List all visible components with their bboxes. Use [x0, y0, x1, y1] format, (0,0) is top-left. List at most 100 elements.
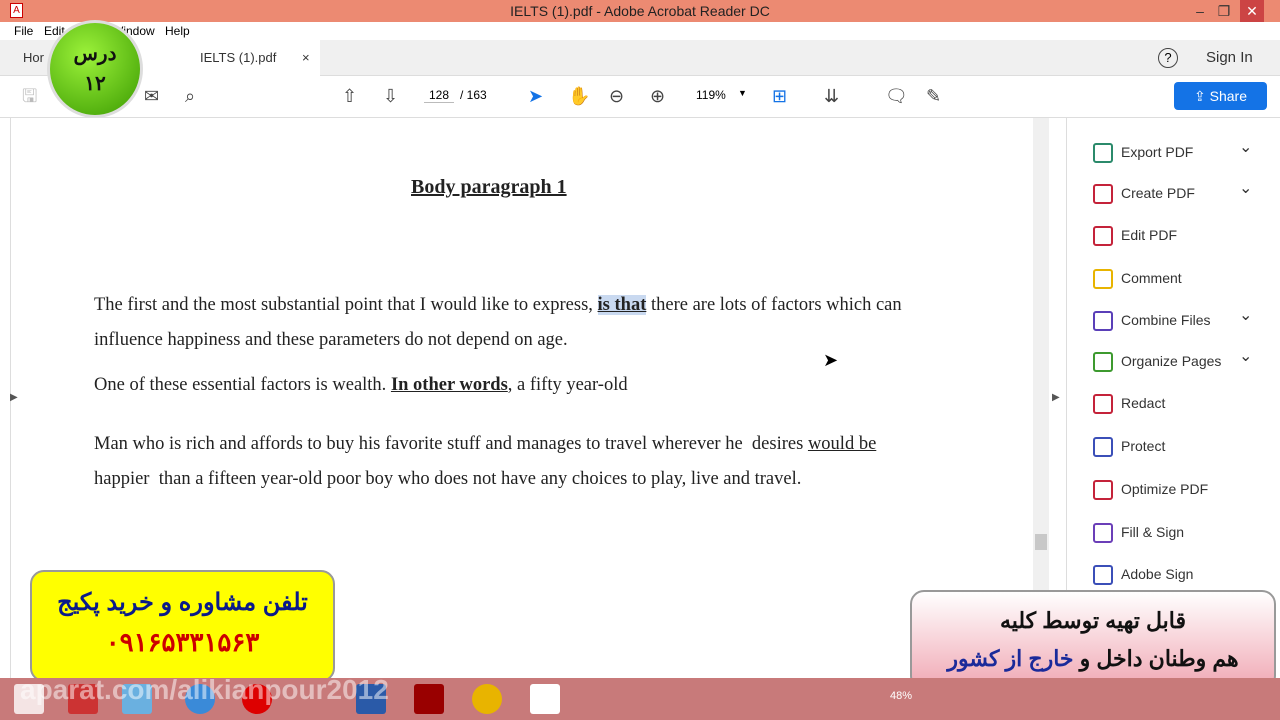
- zoom-in-icon[interactable]: ⊕: [650, 86, 665, 106]
- tool-label: Redact: [1121, 395, 1166, 411]
- save-icon[interactable]: 🖫: [22, 86, 37, 106]
- chrome-icon[interactable]: [472, 684, 502, 714]
- tool-organize-pages[interactable]: Organize Pages ⌄: [1093, 348, 1252, 373]
- tool-label: Create PDF: [1121, 185, 1195, 201]
- search-icon[interactable]: ⌕: [185, 86, 195, 106]
- paragraph-1: The first and the most substantial point…: [94, 288, 924, 358]
- page-number-input[interactable]: 128: [424, 88, 454, 103]
- zoom-out-icon[interactable]: ⊖: [609, 86, 624, 106]
- tool-label: Export PDF: [1121, 144, 1194, 160]
- tool-label: Optimize PDF: [1121, 481, 1209, 497]
- toolbar: 🖫 ✉ ⌕ ⇧ ⇩ 128 / 163 ➤ ✋ ⊖ ⊕ 119% ▼ ⊞ ⇊ 🗨…: [0, 76, 1280, 118]
- tool-label: Combine Files: [1121, 312, 1211, 328]
- tool-label: Fill & Sign: [1121, 524, 1185, 540]
- fit-page-icon[interactable]: ⊞: [772, 86, 787, 106]
- tool-redact[interactable]: Redact: [1093, 391, 1165, 415]
- tool-label: Organize Pages: [1121, 353, 1222, 369]
- tool-icon: [1093, 523, 1113, 544]
- banner-text: قابل تهیه توسط کلیه: [999, 608, 1187, 633]
- tool-label: Edit PDF: [1121, 227, 1178, 243]
- zoom-select[interactable]: 119%: [696, 88, 726, 102]
- menu-file[interactable]: File: [14, 24, 33, 38]
- next-page-icon[interactable]: ⇩: [383, 86, 398, 106]
- chevron-down-icon[interactable]: ⌄: [1239, 345, 1252, 369]
- chevron-down-icon[interactable]: ⌄: [1239, 136, 1252, 160]
- tab-document[interactable]: IELTS (1).pdf ×: [124, 40, 320, 76]
- text: One of these essential factors is wealth…: [94, 375, 391, 395]
- tool-adobe-sign[interactable]: Adobe Sign: [1093, 562, 1193, 586]
- acrobat-taskbar-icon[interactable]: [414, 684, 444, 714]
- share-button[interactable]: ⇪ Share: [1174, 82, 1267, 110]
- mouse-cursor-icon: ➤: [823, 350, 839, 370]
- chevron-down-icon[interactable]: ⌄: [1239, 304, 1252, 328]
- contact-banner: تلفن مشاوره و خرید پکیج ۰۹۱۶۵۳۳۱۵۶۳: [30, 570, 335, 682]
- tool-edit-pdf[interactable]: Edit PDF: [1093, 223, 1177, 247]
- share-icon: ⇪: [1194, 88, 1210, 104]
- banner-text: تلفن مشاوره و خرید پکیج: [57, 589, 308, 616]
- close-window-button[interactable]: ✕: [1240, 0, 1264, 22]
- previous-page-icon[interactable]: ⇧: [342, 86, 357, 106]
- menu-bar: File Edit Window Help: [0, 22, 1280, 40]
- text: Man who is rich and affords to buy his f…: [94, 434, 808, 454]
- tool-label: Adobe Sign: [1121, 566, 1194, 582]
- scroll-thumb[interactable]: [1035, 534, 1047, 550]
- banner-text: هم وطنان داخل و: [1073, 646, 1239, 671]
- tool-icon: [1093, 184, 1113, 205]
- scroll-mode-icon[interactable]: ⇊: [824, 86, 839, 106]
- tool-protect[interactable]: Protect: [1093, 434, 1165, 458]
- badge-text: درس: [73, 43, 117, 65]
- page-count: / 163: [460, 88, 487, 102]
- tool-export-pdf[interactable]: Export PDF ⌄: [1093, 139, 1252, 164]
- watermark: aparat.com/alikianpour2012: [20, 674, 389, 705]
- tool-icon: [1093, 226, 1113, 247]
- acrobat-icon: A: [10, 3, 23, 18]
- hand-tool-icon[interactable]: ✋: [568, 86, 590, 106]
- help-icon[interactable]: ?: [1158, 48, 1178, 68]
- highlighted-text: is that: [597, 295, 647, 315]
- camtasia-icon[interactable]: [530, 684, 560, 714]
- chevron-down-icon[interactable]: ⌄: [1239, 177, 1252, 201]
- emphasis-text: In other words: [390, 375, 508, 395]
- tool-label: Protect: [1121, 438, 1166, 454]
- tool-icon: [1093, 480, 1113, 501]
- availability-banner: قابل تهیه توسط کلیه هم وطنان داخل و خارج …: [910, 590, 1276, 690]
- tool-icon: [1093, 269, 1113, 290]
- sign-in-link[interactable]: Sign In: [1206, 49, 1253, 66]
- banner-highlight: خارج از کشور: [947, 646, 1074, 671]
- title-bar: A IELTS (1).pdf - Adobe Acrobat Reader D…: [0, 0, 1280, 22]
- paragraph-2: One of these essential factors is wealth…: [94, 375, 628, 396]
- page-heading: Body paragraph 1: [411, 176, 567, 198]
- badge-number: ۱۲: [84, 73, 106, 95]
- share-label: Share: [1209, 88, 1247, 104]
- tool-icon: [1093, 565, 1113, 586]
- paragraph-3: Man who is rich and affords to buy his f…: [94, 427, 924, 497]
- tool-icon: [1093, 394, 1113, 415]
- tool-comment[interactable]: Comment: [1093, 266, 1182, 290]
- menu-help[interactable]: Help: [165, 24, 190, 38]
- text: The first and the most substantial point…: [94, 295, 598, 315]
- tool-icon: [1093, 143, 1113, 164]
- battery-indicator: 48%: [890, 690, 913, 702]
- tab-close-icon[interactable]: ×: [302, 40, 310, 76]
- underlined-text: would be: [807, 434, 877, 454]
- tool-label: Comment: [1121, 270, 1182, 286]
- tool-combine-files[interactable]: Combine Files ⌄: [1093, 307, 1252, 332]
- tool-create-pdf[interactable]: Create PDF ⌄: [1093, 180, 1252, 205]
- chevron-down-icon[interactable]: ▼: [738, 88, 747, 98]
- text: , a fifty year-old: [507, 375, 628, 395]
- email-icon[interactable]: ✉: [144, 86, 159, 106]
- pen-icon[interactable]: ✎: [926, 86, 941, 106]
- left-panel-toggle-icon[interactable]: ▶: [10, 392, 18, 403]
- tool-optimize-pdf[interactable]: Optimize PDF: [1093, 477, 1208, 501]
- tool-fill-sign[interactable]: Fill & Sign: [1093, 520, 1184, 544]
- tool-icon: [1093, 352, 1113, 373]
- minimize-button[interactable]: –: [1188, 0, 1212, 22]
- right-panel-toggle-icon[interactable]: ▶: [1052, 392, 1060, 403]
- select-tool-icon[interactable]: ➤: [528, 86, 543, 106]
- tab-bar: Hor IELTS (1).pdf × ? Sign In: [0, 40, 1280, 76]
- tool-icon: [1093, 311, 1113, 332]
- maximize-button[interactable]: ❐: [1212, 0, 1236, 22]
- tab-document-label: IELTS (1).pdf: [200, 50, 277, 65]
- tab-home[interactable]: Hor: [23, 40, 44, 76]
- comment-icon[interactable]: 🗨: [885, 86, 908, 106]
